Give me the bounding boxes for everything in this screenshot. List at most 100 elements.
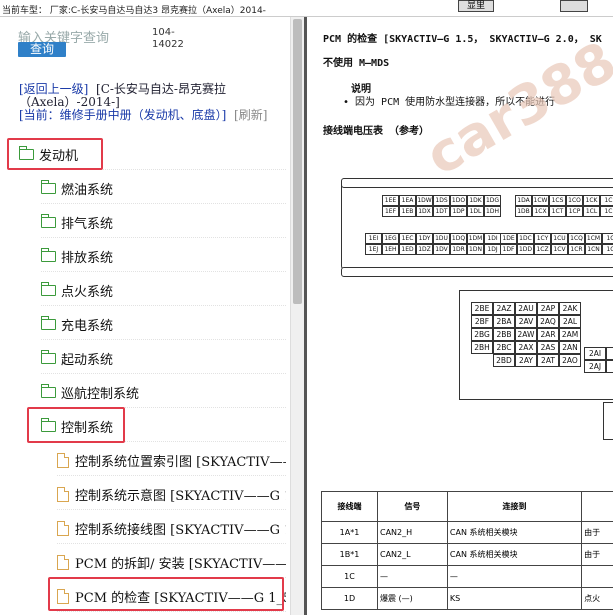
connector-2-latch (603, 402, 613, 440)
folder-icon (41, 180, 56, 194)
pin-label: 2BG (471, 328, 493, 341)
pin-label: 1DK (467, 195, 484, 206)
search-button[interactable]: 查询 (18, 42, 66, 57)
table-row: 1D 爆震 (—) KS 点火 (321, 587, 613, 610)
tree-folder-2[interactable]: 排气系统 (41, 208, 286, 238)
pin-label: 2BA (493, 315, 515, 328)
document-icon (57, 555, 69, 570)
refresh-link[interactable]: [刷新] (234, 108, 267, 122)
pin-label: 1CV (551, 244, 568, 255)
tree-doc-9[interactable]: 控制系统位置索引图 [SKYACTIV—— (57, 446, 286, 476)
table-cell: 点火 (581, 587, 613, 610)
pin-label: 2AM (559, 328, 581, 341)
table-row: 1B*1 CAN2_L CAN 系统相关模块 由于 (321, 543, 613, 566)
tree-item-label: 排放系统 (61, 251, 114, 266)
tree-folder-4[interactable]: 点火系统 (41, 276, 286, 306)
connector-1-top-rail (341, 178, 613, 188)
pin-label: 2AN (559, 341, 581, 354)
connector-1-bottom-rail (341, 267, 613, 277)
pin-label: 2AO (559, 354, 581, 367)
table-cell: 由于 (581, 521, 613, 544)
tree-item-label: 巡航控制系统 (61, 387, 140, 402)
toolbar-button-2[interactable] (560, 0, 588, 12)
pin-label: 1DT (433, 206, 450, 217)
pin-label: 1DD (517, 244, 534, 255)
tree-item-label: 控制系统 (61, 421, 114, 436)
table-cell: CAN2_H (377, 521, 448, 544)
pin-label: 2AY (515, 354, 537, 367)
back-link[interactable]: [返回上一级] (19, 82, 88, 96)
tree-item-label: 燃油系统 (61, 183, 114, 198)
pin-label: 2BB (493, 328, 515, 341)
pin-label: 1CW (532, 195, 549, 206)
table-header (581, 491, 613, 522)
folder-icon (41, 350, 56, 364)
folder-icon (41, 248, 56, 262)
connector-1-pins-b: 1DA 1CW 1CS 1CO 1CK 1C 1DB 1CX 1CT 1CP 1CL 1C (515, 195, 613, 217)
pin-label: 1DF (500, 244, 517, 255)
pin-label: 2AT (537, 354, 559, 367)
pin-label: 2AQ (537, 315, 559, 328)
pin-label: 1CL (583, 206, 600, 217)
pin-label: 2BC (493, 341, 515, 354)
pin-label: 1DM (467, 233, 484, 244)
table-cell: — (377, 565, 448, 588)
pin-label: 1DN (467, 244, 484, 255)
table-header: 连接到 (446, 491, 583, 522)
tree-item-label: PCM 的拆卸/ 安装 [SKYACTIV——G (75, 557, 286, 572)
tree-doc-13[interactable]: PCM 的检查 [SKYACTIV——G 1_5， (57, 582, 286, 612)
document-icon (57, 487, 69, 502)
pin-label: 2BF (471, 315, 493, 328)
pin-label: 1EB (399, 206, 416, 217)
table-row: 1A*1 CAN2_H CAN 系统相关模块 由于 (321, 521, 613, 544)
pin-label: 1EI (365, 233, 382, 244)
pin-label: 2AR (537, 328, 559, 341)
pin-label: 1DZ (416, 244, 433, 255)
pin-label: 1CS (549, 195, 566, 206)
connector-1-pins-d: 1DE1DC1CY1CU1CQ1CM1C 1DF1DD1CZ1CV1CR1CN1C (500, 233, 613, 255)
table-cell: 1C (321, 565, 378, 588)
table-cell: 1A*1 (321, 521, 378, 544)
pin-label: 1CU (551, 233, 568, 244)
folder-icon (19, 146, 34, 160)
tree-folder-3[interactable]: 排放系统 (41, 242, 286, 272)
pin-label: 1CM (585, 233, 602, 244)
pin-label: 2 (606, 360, 613, 373)
table-cell: KS (446, 587, 583, 610)
pin-label: 1C (600, 195, 613, 206)
toolbar-button-display[interactable]: 显里 (458, 0, 494, 12)
tree-item-label: PCM 的检查 [SKYACTIV——G 1_5， (75, 591, 286, 606)
scrollbar-thumb[interactable] (293, 19, 302, 304)
pin-label: 2AU (515, 302, 537, 315)
tree-folder-1[interactable]: 燃油系统 (41, 174, 286, 204)
section-heading: 接线端电压表 （参考） (323, 126, 430, 137)
left-scrollbar[interactable] (290, 17, 304, 615)
note-body: • 因为 PCM 使用防水型连接器，所以不能进行 (343, 97, 556, 108)
pin-label: 1EC (399, 233, 416, 244)
breadcrumb: [返回上一级] [C-长安马自达-昂克赛拉（Axela）-2014-] [当前：… (19, 83, 279, 122)
pin-label: 1EG (382, 233, 399, 244)
pin-label: 1EA (399, 195, 416, 206)
pin-label: 2BE (471, 302, 493, 315)
table-header: 信号 (377, 491, 448, 522)
document-title: PCM 的检查 [SKYACTIV—G 1.5， SKYACTIV—G 2.0，… (323, 34, 602, 45)
connector-2-pins-b: 2AI22AJ2 (584, 347, 613, 373)
folder-icon (41, 214, 56, 228)
tree-doc-12[interactable]: PCM 的拆卸/ 安装 [SKYACTIV——G (57, 548, 286, 578)
table-cell: 1D (321, 587, 378, 610)
tree-folder-6[interactable]: 起动系统 (41, 344, 286, 374)
tree-folder-5[interactable]: 充电系统 (41, 310, 286, 340)
pin-label: 1EH (382, 244, 399, 255)
tree-folder-0[interactable]: 发动机 (19, 140, 286, 170)
document-icon (57, 453, 69, 468)
current-manual-crumb[interactable]: [当前：维修手册中册（发动机、底盘）] (19, 108, 226, 122)
connector-1-pins-c: 1EI 1EG 1EC 1DY 1DU 1DQ 1DM 1DI 1EJ 1EH 1ED 1DZ 1DV 1… (365, 233, 501, 255)
tree-doc-10[interactable]: 控制系统示意图 [SKYACTIV——G 1_ (57, 480, 286, 510)
tree-item-label: 点火系统 (61, 285, 114, 300)
pin-label: 2 (606, 347, 613, 360)
pin-label: 2AZ (493, 302, 515, 315)
tree-doc-11[interactable]: 控制系统接线图 [SKYACTIV——G 1_ (57, 514, 286, 544)
pin-label: 1C (602, 244, 613, 255)
tree-folder-8[interactable]: 控制系统 (41, 412, 286, 442)
tree-folder-7[interactable]: 巡航控制系统 (41, 378, 286, 408)
